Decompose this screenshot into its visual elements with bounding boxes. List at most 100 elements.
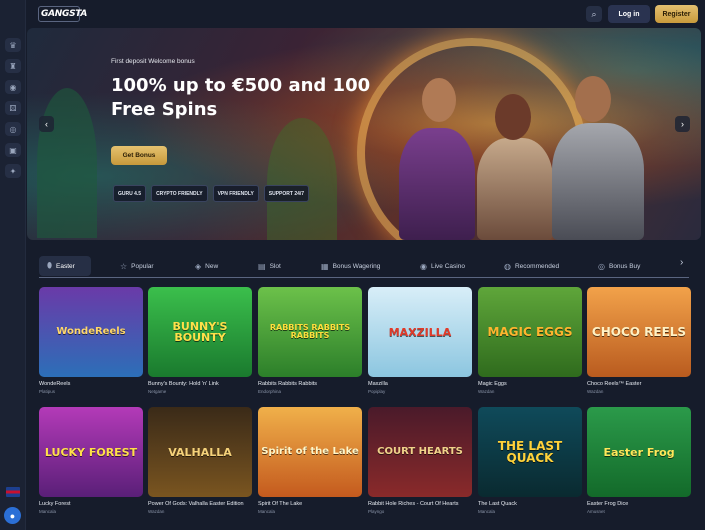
game-provider: Wazdan	[587, 389, 604, 394]
promo-banner: First deposit Welcome bonus 100% up to €…	[27, 28, 701, 240]
chevron-right-icon: ›	[680, 257, 684, 268]
game-card[interactable]: CHOCO REELS Choco Reels™ Easter Wazdan	[587, 287, 691, 394]
dice-icon[interactable]: ⚄	[5, 101, 21, 115]
tab-new[interactable]: ◈ New	[195, 256, 218, 276]
guru-badge: GURU 4.5	[113, 185, 147, 202]
banner-prev-arrow[interactable]: ‹	[39, 116, 54, 132]
game-thumbnail[interactable]: WondeReels	[39, 287, 143, 377]
tab-label: Slot	[269, 262, 281, 270]
game-thumbnail[interactable]: BUNNY'S BOUNTY	[148, 287, 252, 377]
game-card[interactable]: Spirit of the Lake Spirit Of The Lake Ma…	[258, 407, 362, 514]
sidebar: ♛ ♜ ◉ ⚄ ◎ ▣ ✦ ●	[0, 0, 26, 530]
tab-label: New	[205, 262, 219, 270]
tab-easter[interactable]: ⬮ Easter	[39, 256, 91, 276]
game-name: Spirit Of The Lake	[258, 501, 303, 507]
tab-bonus-buy[interactable]: ◎ Bonus Buy	[598, 256, 640, 276]
game-provider: Wazdan	[478, 389, 495, 394]
chat-icon[interactable]: ●	[4, 507, 21, 524]
character-left-head	[422, 78, 456, 122]
tab-slot[interactable]: ▤ Slot	[258, 256, 281, 276]
login-button[interactable]: Log in	[608, 5, 650, 23]
gift-icon[interactable]: ✦	[5, 164, 21, 178]
banner-kicker: First deposit Welcome bonus	[111, 58, 195, 65]
tabs-next-arrow[interactable]: ›	[680, 257, 683, 268]
game-thumbnail[interactable]: LUCKY FOREST	[39, 407, 143, 497]
search-button[interactable]: ⌕	[586, 6, 602, 22]
game-name: Bunny's Bounty: Hold 'n' Link	[148, 381, 219, 387]
search-icon: ⌕	[591, 8, 597, 19]
tab-live-casino[interactable]: ◉ Live Casino	[420, 256, 465, 276]
game-provider: Mancala	[39, 509, 57, 514]
buy-icon: ◎	[598, 261, 605, 271]
game-thumbnail[interactable]: COURT HEARTS	[368, 407, 472, 497]
game-card[interactable]: LUCKY FOREST Lucky Forest Mancala	[39, 407, 143, 514]
game-name: Maxzilla	[368, 381, 388, 387]
game-thumbnail[interactable]: CHOCO REELS	[587, 287, 691, 377]
game-name: Lucky Forest	[39, 501, 71, 507]
game-card[interactable]: COURT HEARTS Rabbit Hole Riches - Court …	[368, 407, 472, 514]
trust-badges: GURU 4.5 CRYPTO FRIENDLY VPN FRIENDLY SU…	[113, 185, 310, 202]
game-thumbnail[interactable]: Easter Frog	[587, 407, 691, 497]
crown-icon[interactable]: ♛	[5, 38, 21, 52]
game-thumbnail[interactable]: THE LAST QUACK	[478, 407, 582, 497]
game-card[interactable]: MAXZILLA Maxzilla Popiplay	[368, 287, 472, 394]
category-tabs: ⬮ Easter ☆ Popular ◈ New ▤ Slot ▦ Bonus …	[39, 254, 689, 278]
trophy-icon[interactable]: ♜	[5, 59, 21, 73]
game-provider: Mancala	[478, 509, 496, 514]
game-thumbnail[interactable]: MAGIC EGGS	[478, 287, 582, 377]
character-right	[552, 123, 644, 240]
game-name: Magic Eggs	[478, 381, 507, 387]
tab-popular[interactable]: ☆ Popular	[120, 256, 154, 276]
game-thumbnail[interactable]: MAXZILLA	[368, 287, 472, 377]
game-name: Power Of Gods: Valhalla Easter Edition	[148, 501, 244, 507]
game-provider: Popiplay	[368, 389, 386, 394]
game-provider: Wazdan	[148, 509, 165, 514]
tab-label: Bonus Wagering	[332, 262, 381, 270]
game-provider: Endorphina	[258, 389, 282, 394]
game-thumbnail[interactable]: VALHALLA	[148, 407, 252, 497]
chip-icon[interactable]: ◎	[5, 122, 21, 136]
wager-icon: ▦	[321, 261, 329, 271]
banner-next-arrow[interactable]: ›	[675, 116, 690, 132]
game-provider: Amusnet	[587, 509, 605, 514]
game-card[interactable]: Easter Frog Easter Frog Dice Amusnet	[587, 407, 691, 514]
tab-recommended[interactable]: ◍ Recommended	[504, 256, 559, 276]
game-card[interactable]: BUNNY'S BOUNTY Bunny's Bounty: Hold 'n' …	[148, 287, 252, 394]
game-provider: Netgame	[148, 389, 167, 394]
game-provider: Mancala	[258, 509, 276, 514]
palm-decoration	[267, 118, 337, 240]
casino-icon[interactable]: ◉	[5, 80, 21, 94]
game-name: The Last Quack	[478, 501, 517, 507]
tab-bonus-wagering[interactable]: ▦ Bonus Wagering	[321, 256, 380, 276]
game-name: Easter Frog Dice	[587, 501, 629, 507]
game-name: Rabbits Rabbits Rabbits	[258, 381, 318, 387]
game-name: WondeReels	[39, 381, 71, 387]
language-flag-icon[interactable]	[6, 487, 20, 497]
character-middle	[477, 138, 553, 240]
game-card[interactable]: MAGIC EGGS Magic Eggs Wazdan	[478, 287, 582, 394]
live-icon: ◉	[420, 261, 427, 271]
support-badge: SUPPORT 24/7	[263, 185, 310, 202]
site-logo[interactable]: GANGSTA	[38, 6, 87, 22]
live-icon[interactable]: ▣	[5, 143, 21, 157]
slot-icon: ▤	[258, 261, 266, 271]
chevron-left-icon: ‹	[45, 119, 48, 129]
star-icon: ☆	[120, 261, 128, 271]
vpn-badge: VPN FRIENDLY	[212, 185, 259, 202]
game-thumbnail[interactable]: Spirit of the Lake	[258, 407, 362, 497]
game-card[interactable]: THE LAST QUACK The Last Quack Mancala	[478, 407, 582, 514]
game-thumbnail[interactable]: RABBITS RABBITS RABBITS	[258, 287, 362, 377]
top-header: GANGSTA ⌕ Log in Register	[26, 0, 705, 28]
thumb-icon: ◍	[504, 261, 511, 271]
game-card[interactable]: VALHALLA Power Of Gods: Valhalla Easter …	[148, 407, 252, 514]
game-provider: Playngo	[368, 509, 385, 514]
get-bonus-button[interactable]: Get Bonus	[111, 146, 167, 165]
game-card[interactable]: WondeReels WondeReels Platipus	[39, 287, 143, 394]
tab-label: Bonus Buy	[608, 262, 641, 270]
chevron-right-icon: ›	[681, 119, 684, 129]
palm-decoration	[37, 88, 97, 238]
tab-label: Popular	[131, 262, 154, 270]
new-icon: ◈	[195, 261, 202, 271]
game-card[interactable]: RABBITS RABBITS RABBITS Rabbits Rabbits …	[258, 287, 362, 394]
register-button[interactable]: Register	[655, 5, 698, 23]
